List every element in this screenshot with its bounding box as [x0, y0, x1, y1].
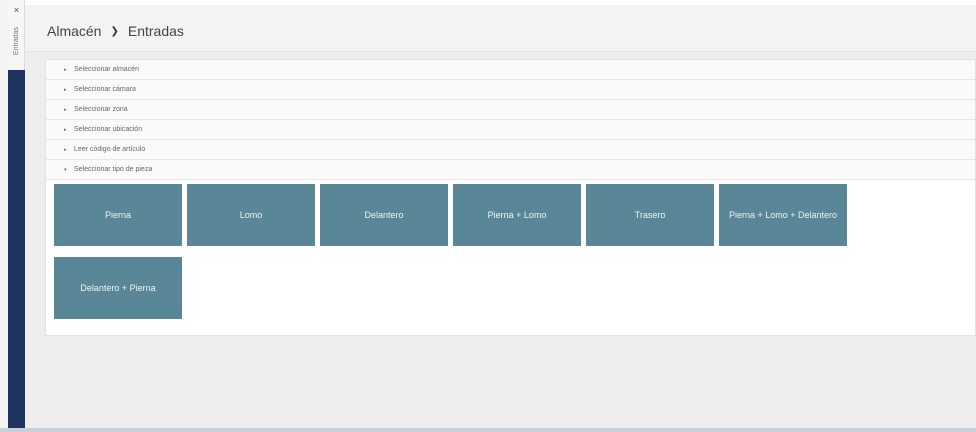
caret-right-icon: ▸ [64, 106, 67, 113]
breadcrumb-item-entradas: Entradas [127, 23, 184, 39]
sidebar-tab-header[interactable]: × Entradas [8, 0, 25, 70]
accordion-label: Seleccionar zona [74, 106, 128, 113]
caret-down-icon: ▾ [64, 166, 67, 173]
bottom-border [0, 428, 976, 432]
caret-right-icon: ▸ [64, 126, 67, 133]
main-content: Almacén ❯ Entradas ▸ Seleccionar almacén… [25, 5, 976, 429]
breadcrumb-item-almacen[interactable]: Almacén [47, 23, 101, 39]
page-header: Almacén ❯ Entradas [25, 5, 976, 52]
piece-type-button-delantero-pierna[interactable]: Delantero + Pierna [54, 257, 182, 319]
piece-type-button-pierna-lomo-delantero[interactable]: Pierna + Lomo + Delantero [719, 184, 847, 246]
piece-type-button-lomo[interactable]: Lomo [187, 184, 315, 246]
accordion-read-article-code[interactable]: ▸ Leer código de artículo [46, 140, 975, 160]
sidebar-tab-label[interactable]: Entradas [9, 16, 24, 66]
piece-type-button-pierna-lomo[interactable]: Pierna + Lomo [453, 184, 581, 246]
accordion-label: Leer código de artículo [74, 146, 146, 153]
caret-right-icon: ▸ [64, 86, 67, 93]
accordion-select-zone[interactable]: ▸ Seleccionar zona [46, 100, 975, 120]
accordion-label: Seleccionar tipo de pieza [74, 166, 153, 173]
accordion-select-location[interactable]: ▸ Seleccionar ubicación [46, 120, 975, 140]
sidebar-tab: × Entradas [8, 0, 25, 432]
accordion-select-piece-type[interactable]: ▾ Seleccionar tipo de pieza [46, 160, 975, 180]
caret-right-icon: ▸ [64, 146, 67, 153]
chevron-right-icon: ❯ [110, 25, 119, 37]
left-gutter [0, 0, 8, 432]
piece-type-tiles: Pierna Lomo Delantero Pierna + Lomo Tras… [54, 184, 854, 324]
caret-right-icon: ▸ [64, 66, 67, 73]
piece-type-button-trasero[interactable]: Trasero [586, 184, 714, 246]
accordion-select-chamber[interactable]: ▸ Seleccionar cámara [46, 80, 975, 100]
accordion-label: Seleccionar cámara [74, 86, 136, 93]
piece-type-button-pierna[interactable]: Pierna [54, 184, 182, 246]
entry-panel: ▸ Seleccionar almacén ▸ Seleccionar cáma… [45, 59, 976, 336]
breadcrumb: Almacén ❯ Entradas [47, 23, 184, 39]
accordion-select-warehouse[interactable]: ▸ Seleccionar almacén [46, 60, 975, 80]
close-icon[interactable]: × [8, 6, 25, 15]
accordion-label: Seleccionar almacén [74, 66, 139, 73]
accordion-label: Seleccionar ubicación [74, 126, 143, 133]
piece-type-button-delantero[interactable]: Delantero [320, 184, 448, 246]
